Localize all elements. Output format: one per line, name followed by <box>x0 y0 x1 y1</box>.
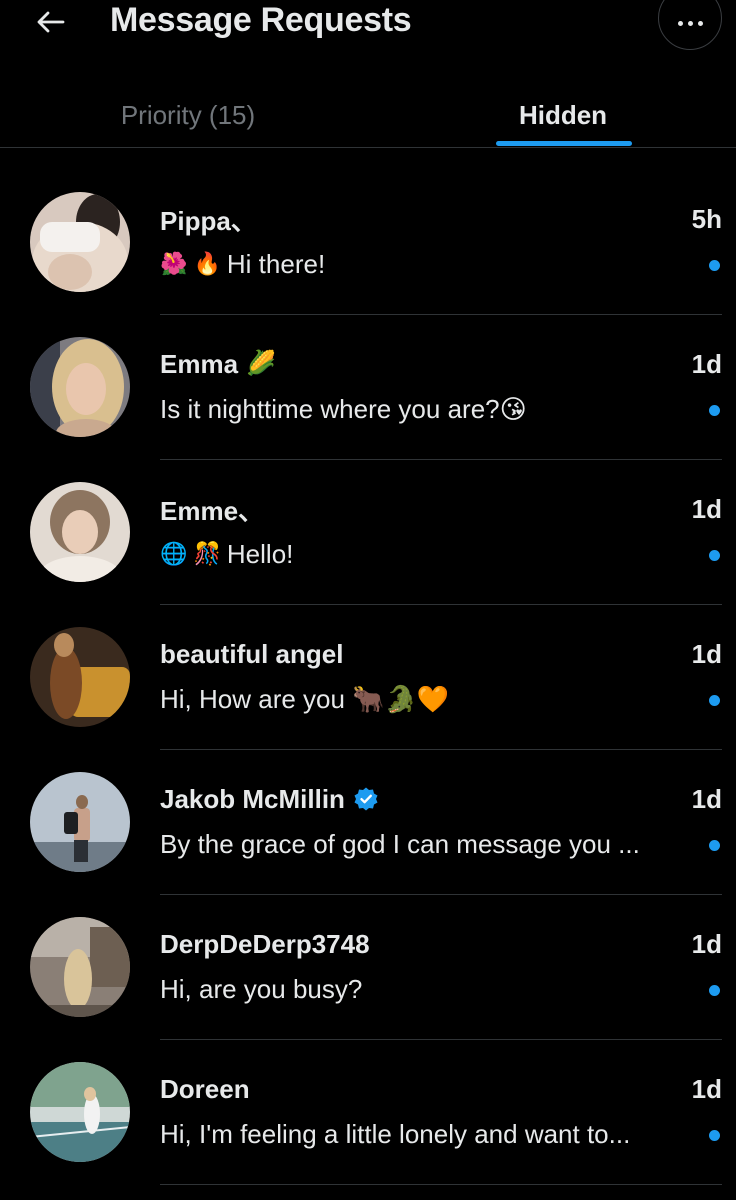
tab-bar: Priority (15) Hidden <box>0 84 736 148</box>
tab-hidden[interactable]: Hidden <box>494 84 632 146</box>
message-preview: Hi, I'm feeling a little lonely and want… <box>160 1118 631 1149</box>
timestamp: 1d <box>691 783 722 814</box>
unread-dot <box>709 405 720 416</box>
page-title: Message Requests <box>110 1 412 39</box>
sender-name: Emma <box>160 348 239 379</box>
more-dots-icon <box>677 20 703 26</box>
sender-name: Emme、 <box>160 495 265 526</box>
conversation-row[interactable]: Emma 🌽 1d Is it nighttime where you are?… <box>0 315 736 460</box>
conversation-row[interactable]: Emme、 1d 🌐 🎊 Hello! <box>0 460 736 605</box>
message-preview: Hi, are you busy? <box>160 973 363 1004</box>
tab-priority[interactable]: Priority (15) <box>96 84 280 146</box>
avatar <box>30 337 130 437</box>
timestamp: 1d <box>691 1073 722 1104</box>
avatar <box>30 192 130 292</box>
more-options-button[interactable] <box>658 0 722 50</box>
conversation-row[interactable]: Pippa、 5h 🌺 🔥 Hi there! <box>0 170 736 315</box>
timestamp: 5h <box>691 203 722 234</box>
sender-name: Jakob McMillin <box>160 783 345 814</box>
conversation-list: Pippa、 5h 🌺 🔥 Hi there! Emma 🌽 1d Is it … <box>0 170 736 1185</box>
unread-dot <box>709 840 720 851</box>
avatar <box>30 1062 130 1162</box>
timestamp: 1d <box>691 348 722 379</box>
unread-dot <box>709 550 720 561</box>
conversation-row[interactable]: beautiful angel 1d Hi, How are you 🐂🐊🧡 <box>0 605 736 750</box>
conversation-row[interactable]: Jakob McMillin 1d By the grace of god I … <box>0 750 736 895</box>
message-preview: Hi there! <box>226 248 326 279</box>
timestamp: 1d <box>691 638 722 669</box>
message-preview: Is it nighttime where you are?😘 <box>160 393 527 424</box>
unread-dot <box>709 695 720 706</box>
message-preview: Hi, How are you 🐂🐊🧡 <box>160 683 450 714</box>
arrow-left-icon <box>37 11 65 33</box>
sender-name: Doreen <box>160 1073 250 1104</box>
avatar <box>30 772 130 872</box>
timestamp: 1d <box>691 928 722 959</box>
preview-emoji: 🌺 🔥 <box>160 251 221 276</box>
row-divider <box>160 1183 722 1185</box>
message-preview: By the grace of god I can message you ..… <box>160 828 640 859</box>
preview-emoji: 🌐 🎊 <box>160 541 221 566</box>
unread-dot <box>709 260 720 271</box>
corn-emoji: 🌽 <box>246 350 276 377</box>
sender-name: beautiful angel <box>160 638 344 669</box>
active-tab-indicator <box>496 141 632 146</box>
message-requests-screen: Message Requests Priority (15) Hidden Pi… <box>0 0 736 1200</box>
verified-badge-icon <box>354 787 378 811</box>
header: Message Requests <box>0 0 736 50</box>
timestamp: 1d <box>691 493 722 524</box>
conversation-row[interactable]: Doreen 1d Hi, I'm feeling a little lonel… <box>0 1040 736 1185</box>
conversation-row[interactable]: DerpDeDerp3748 1d Hi, are you busy? <box>0 895 736 1040</box>
back-button[interactable] <box>28 2 72 42</box>
message-preview: Hello! <box>226 538 294 569</box>
sender-name: Pippa、 <box>160 205 257 236</box>
avatar <box>30 482 130 582</box>
avatar <box>30 917 130 1017</box>
avatar <box>30 627 130 727</box>
unread-dot <box>709 1130 720 1141</box>
unread-dot <box>709 985 720 996</box>
sender-name: DerpDeDerp3748 <box>160 928 370 959</box>
